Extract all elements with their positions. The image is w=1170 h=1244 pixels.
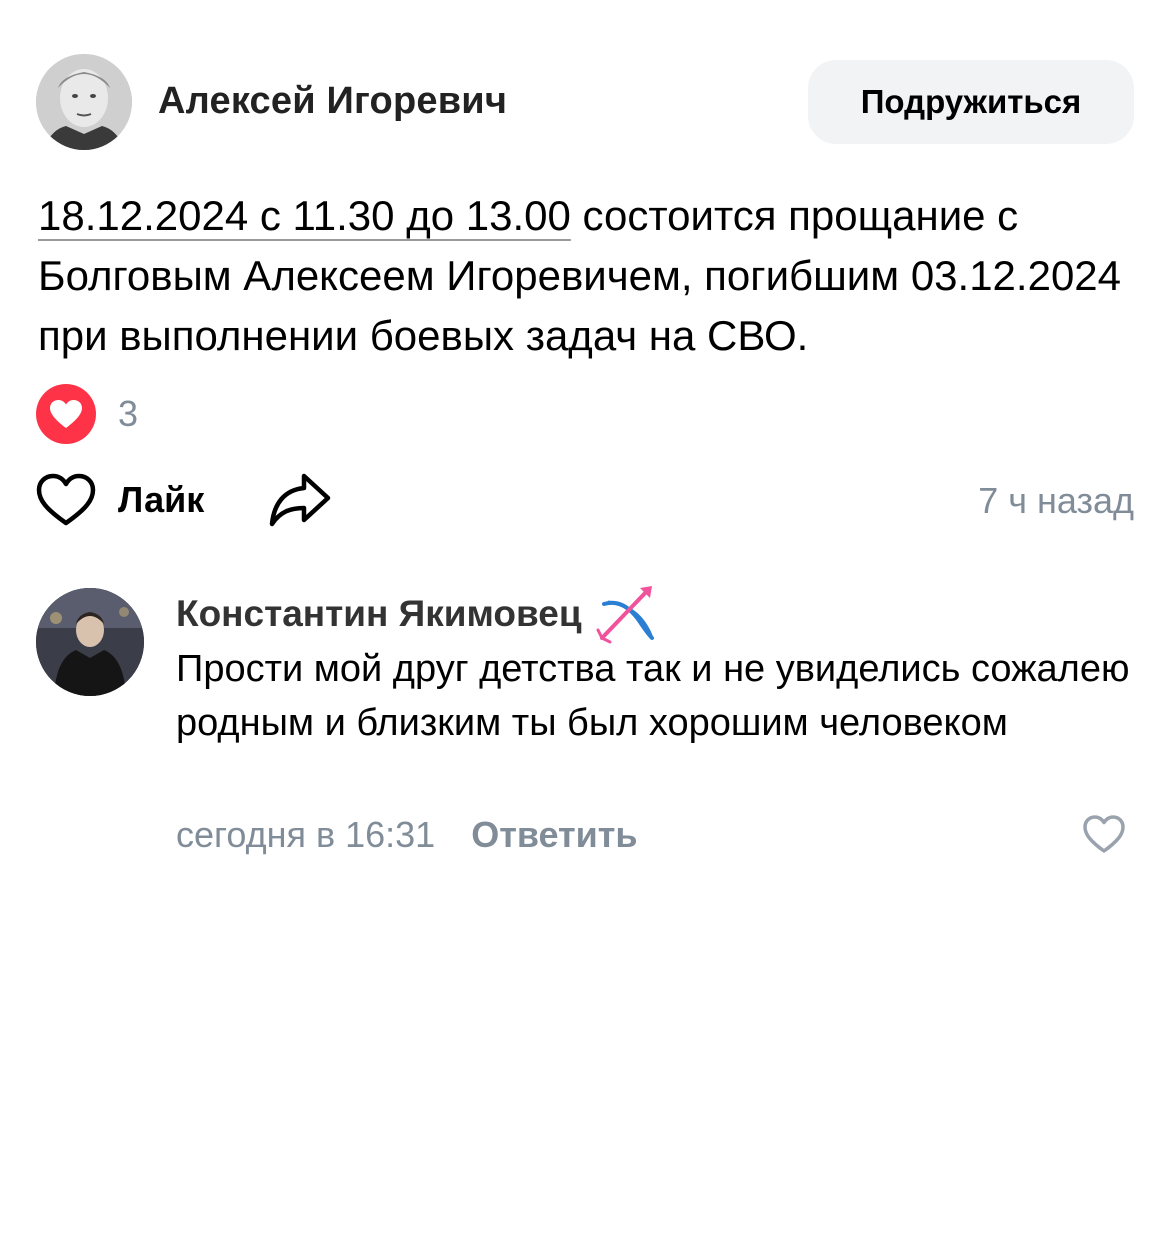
heart-outline-icon <box>36 473 96 526</box>
comment-text: Прости мой друг детства так и не увидели… <box>176 648 1130 744</box>
author-avatar[interactable] <box>36 54 132 150</box>
add-friend-button[interactable]: Подружиться <box>808 60 1134 144</box>
post-actions: Лайк 7 ч назад <box>36 468 1134 532</box>
commenter-name[interactable]: Константин Якимовец <box>176 584 660 644</box>
commenter-name-text: Константин Якимовец <box>176 593 582 634</box>
commenter-photo <box>36 588 144 696</box>
heart-reaction-icon <box>36 384 96 444</box>
heart-outline-icon <box>1083 815 1125 853</box>
post-text-mid: до <box>394 192 455 239</box>
comment-like-button[interactable] <box>1082 814 1126 854</box>
reaction-count: 3 <box>118 393 139 434</box>
commenter-avatar[interactable] <box>36 588 144 696</box>
share-arrow-icon <box>269 473 331 527</box>
post-date-link[interactable]: 18.12.2024 с 11.30 <box>38 192 395 239</box>
post-card: Алексей Игоревич Подружиться 18.12.2024 … <box>0 0 1170 1244</box>
post-timestamp: 7 ч назад <box>978 480 1134 521</box>
reply-button[interactable]: Ответить <box>471 814 637 856</box>
comment-timestamp: сегодня в 16:31 <box>176 814 436 855</box>
reactions-summary[interactable]: 3 <box>36 384 138 444</box>
comment-item: Константин Якимовец Прости мой друг детс… <box>36 580 1134 870</box>
like-button[interactable]: Лайк <box>36 468 204 532</box>
author-name[interactable]: Алексей Игоревич <box>158 80 507 123</box>
post-header: Алексей Игоревич Подружиться <box>36 54 1134 150</box>
author-photo <box>36 54 132 150</box>
sagittarius-bow-icon[interactable] <box>594 584 660 644</box>
post-time-link[interactable]: 13.00 <box>454 192 571 239</box>
share-button[interactable] <box>268 470 332 530</box>
like-label: Лайк <box>118 479 205 520</box>
post-text: 18.12.2024 с 11.30 до 13.00 состоится пр… <box>38 186 1138 366</box>
comment-meta: сегодня в 16:31 Ответить <box>176 814 638 856</box>
